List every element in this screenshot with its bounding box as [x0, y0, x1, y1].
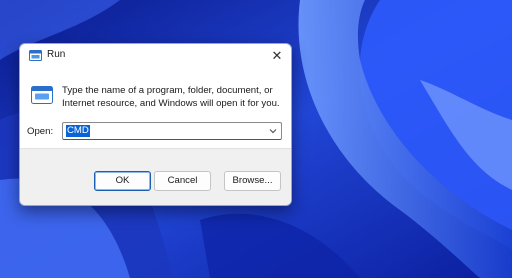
- browse-button[interactable]: Browse...: [224, 171, 281, 191]
- open-combobox[interactable]: CMD: [62, 122, 282, 140]
- dialog-description: Type the name of a program, folder, docu…: [62, 85, 280, 109]
- run-icon: [29, 50, 42, 61]
- close-icon: ✕: [271, 48, 283, 63]
- close-button[interactable]: ✕: [266, 47, 288, 65]
- button-bar: OK Cancel Browse...: [20, 148, 291, 205]
- ok-button[interactable]: OK: [94, 171, 151, 191]
- chevron-down-icon[interactable]: [268, 126, 278, 136]
- run-dialog: Run ✕ Type the name of a program, folder…: [19, 43, 292, 206]
- open-input-value[interactable]: CMD: [66, 125, 90, 137]
- title-bar[interactable]: Run ✕: [20, 44, 291, 68]
- dialog-title: Run: [47, 49, 66, 60]
- cancel-button[interactable]: Cancel: [154, 171, 211, 191]
- run-icon-large: [31, 86, 53, 104]
- open-label: Open:: [27, 126, 54, 137]
